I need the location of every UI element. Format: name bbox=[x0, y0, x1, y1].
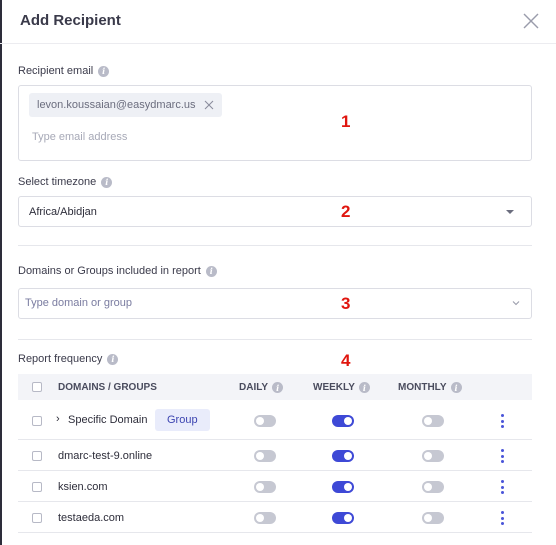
more-options-icon[interactable] bbox=[500, 449, 504, 463]
table-header: DOMAINS / GROUPS DAILY i WEEKLY i MONTHL… bbox=[18, 374, 532, 400]
monthly-toggle[interactable] bbox=[422, 481, 444, 493]
domains-label-text: Domains or Groups included in report bbox=[18, 265, 201, 277]
modal-header: Add Recipient bbox=[0, 0, 556, 44]
timezone-label: Select timezone i bbox=[18, 176, 113, 188]
more-options-icon[interactable] bbox=[500, 414, 504, 428]
table-row: › Specific Domain Group bbox=[18, 400, 532, 440]
column-header-domains: DOMAINS / GROUPS bbox=[58, 382, 157, 393]
weekly-toggle[interactable] bbox=[332, 512, 354, 524]
row-domain-name: ksien.com bbox=[58, 481, 108, 493]
more-options-icon[interactable] bbox=[500, 480, 504, 494]
column-header-label: WEEKLY bbox=[313, 382, 355, 393]
report-frequency-label-text: Report frequency bbox=[18, 353, 103, 365]
window-edge bbox=[0, 0, 2, 545]
email-chip: levon.koussaian@easydmarc.us bbox=[29, 93, 222, 117]
recipient-email-label-text: Recipient email bbox=[18, 65, 94, 77]
weekly-toggle[interactable] bbox=[332, 415, 354, 427]
info-icon[interactable]: i bbox=[98, 65, 110, 77]
table-row: ksien.com bbox=[18, 471, 532, 502]
daily-toggle[interactable] bbox=[254, 481, 276, 493]
expand-chevron-icon[interactable]: › bbox=[56, 413, 60, 425]
monthly-toggle[interactable] bbox=[422, 512, 444, 524]
table-row: dmarc-test-9.online bbox=[18, 440, 532, 471]
email-input[interactable] bbox=[32, 131, 332, 143]
info-icon[interactable]: i bbox=[450, 382, 462, 393]
report-frequency-label: Report frequency i bbox=[18, 353, 119, 365]
row-checkbox[interactable] bbox=[32, 451, 42, 461]
annotation-marker-3: 3 bbox=[341, 294, 351, 313]
domain-search-input[interactable] bbox=[25, 297, 425, 309]
annotation-marker-1: 1 bbox=[341, 112, 351, 131]
info-icon[interactable]: i bbox=[272, 382, 284, 393]
more-options-icon[interactable] bbox=[500, 511, 504, 525]
column-header-label: MONTHLY bbox=[398, 382, 447, 393]
recipient-email-label: Recipient email i bbox=[18, 65, 110, 77]
annotation-marker-4: 4 bbox=[341, 351, 351, 370]
timezone-select[interactable]: Africa/Abidjan bbox=[18, 196, 532, 227]
column-header-monthly: MONTHLY i bbox=[398, 382, 462, 393]
remove-chip-icon[interactable] bbox=[204, 100, 214, 110]
select-all-checkbox[interactable] bbox=[32, 382, 42, 392]
info-icon[interactable]: i bbox=[107, 353, 119, 365]
row-checkbox[interactable] bbox=[32, 513, 42, 523]
section-divider bbox=[18, 339, 532, 340]
recipient-email-field[interactable]: levon.koussaian@easydmarc.us bbox=[18, 85, 532, 161]
column-header-label: DAILY bbox=[239, 382, 269, 393]
row-checkbox[interactable] bbox=[32, 416, 42, 426]
weekly-toggle[interactable] bbox=[332, 450, 354, 462]
column-header-weekly: WEEKLY i bbox=[313, 382, 370, 393]
caret-down-icon bbox=[506, 210, 514, 214]
row-domain-name: testaeda.com bbox=[58, 512, 125, 524]
daily-toggle[interactable] bbox=[254, 450, 276, 462]
domains-select[interactable] bbox=[18, 288, 532, 319]
info-icon[interactable]: i bbox=[205, 265, 217, 277]
column-header-daily: DAILY i bbox=[239, 382, 284, 393]
info-icon[interactable]: i bbox=[101, 176, 113, 188]
timezone-label-text: Select timezone bbox=[18, 176, 97, 188]
timezone-selected-value: Africa/Abidjan bbox=[29, 206, 97, 218]
domains-label: Domains or Groups included in report i bbox=[18, 265, 217, 277]
daily-toggle[interactable] bbox=[254, 512, 276, 524]
row-domain-name: dmarc-test-9.online bbox=[58, 450, 153, 462]
column-header-label: DOMAINS / GROUPS bbox=[58, 382, 157, 393]
monthly-toggle[interactable] bbox=[422, 415, 444, 427]
table-row: testaeda.com bbox=[18, 502, 532, 533]
weekly-toggle[interactable] bbox=[332, 481, 354, 493]
info-icon[interactable]: i bbox=[358, 382, 370, 393]
daily-toggle[interactable] bbox=[254, 415, 276, 427]
monthly-toggle[interactable] bbox=[422, 450, 444, 462]
close-icon[interactable] bbox=[522, 12, 540, 30]
group-badge: Group bbox=[155, 409, 210, 431]
email-chip-text: levon.koussaian@easydmarc.us bbox=[37, 99, 196, 111]
modal-title: Add Recipient bbox=[20, 12, 121, 29]
annotation-marker-2: 2 bbox=[341, 202, 351, 221]
chevron-down-icon bbox=[512, 301, 520, 306]
section-divider bbox=[18, 245, 532, 246]
row-checkbox[interactable] bbox=[32, 482, 42, 492]
row-domain-name: Specific Domain bbox=[68, 414, 148, 426]
